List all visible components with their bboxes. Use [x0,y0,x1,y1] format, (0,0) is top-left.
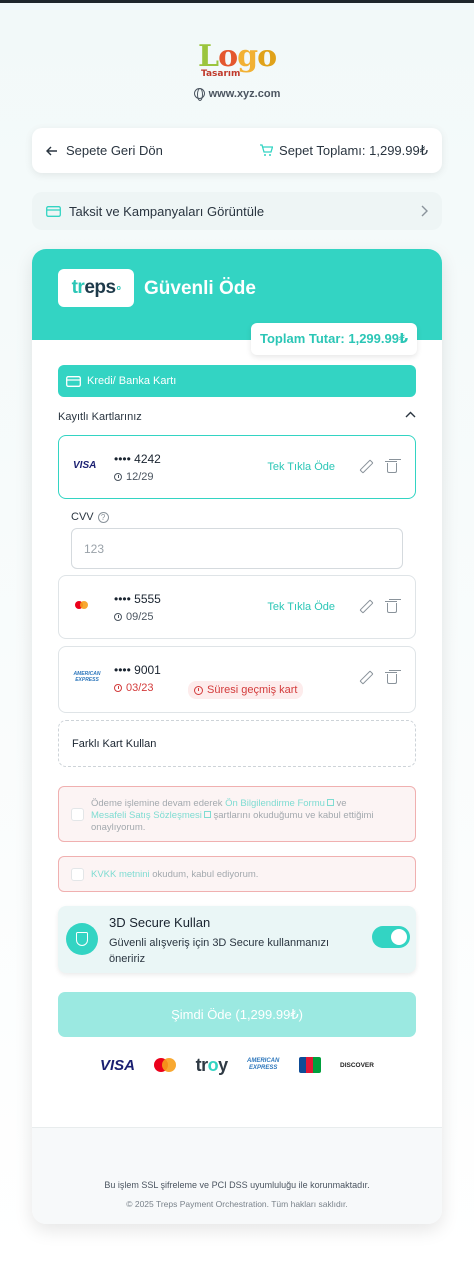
agreement-consent: Ödeme işlemine devam ederek Ön Bilgilend… [58,786,416,842]
agreement-checkbox[interactable] [71,808,84,821]
mastercard-logo [154,1058,177,1072]
saved-card-amex[interactable]: AMERICAN EXPRESS •••• 9001 03/23 Süresi … [58,646,416,713]
arrow-left-icon [46,146,57,155]
visa-logo: VISA [100,1056,136,1074]
credit-card-icon [46,205,61,217]
edit-icon[interactable] [359,671,371,683]
total-amount-badge: Toplam Tutar: 1,299.99₺ [251,323,417,355]
cart-icon [260,144,274,156]
3d-secure-option: 3D Secure Kullan Güvenli alışveriş için … [58,906,416,973]
saved-card-visa[interactable]: VISA •••• 4242 12/29 Tek Tıkla Öde [58,435,416,499]
clock-icon [114,473,122,481]
payment-panel: tr eps o Güvenli Öde Toplam Tutar: 1,299.9… [32,249,442,1224]
treps-logo: tr eps o [58,269,134,307]
card-brands: VISA troy AMERICAN EXPRESS DISCOVER [100,1054,374,1075]
use-different-card-button[interactable]: Farklı Kart Kullan [58,720,416,767]
pre-information-form-link[interactable]: Ön Bilgilendirme Formu [225,798,325,809]
saved-card-mastercard[interactable]: •••• 5555 09/25 Tek Tıkla Öde [58,575,416,639]
troy-logo: troy [195,1054,229,1075]
pay-now-button[interactable]: Şimdi Öde (1,299.99₺) [58,992,416,1037]
footer: Bu işlem SSL şifreleme ve PCI DSS uyumlu… [32,1127,442,1224]
credit-card-icon [66,375,81,387]
clock-icon [114,684,122,692]
visa-logo: VISA [73,460,97,471]
discover-logo: DISCOVER [340,1061,374,1069]
back-to-cart-button[interactable]: Sepete Geri Dön [46,143,163,158]
trash-icon[interactable] [385,460,397,473]
cvv-label: CVV ? [71,511,109,523]
alert-icon [194,685,203,695]
one-click-pay-button[interactable]: Tek Tıkla Öde [267,461,335,473]
globe-icon [193,88,205,101]
external-link-icon [326,799,334,806]
kvkk-checkbox[interactable] [71,868,84,881]
kvkk-consent: KVKK metnini okudum, kabul ediyorum. [58,856,416,892]
amex-logo: AMERICAN EXPRESS [247,1058,280,1071]
card-payment-method-tab[interactable]: Kredi/ Banka Kartı [58,365,416,397]
cart-total: Sepet Toplamı: 1,299.99₺ [259,143,428,159]
chevron-right-icon [421,205,428,217]
one-click-pay-button[interactable]: Tek Tıkla Öde [267,601,335,613]
saved-cards-header[interactable]: Kayıtlı Kartlarınız [58,411,416,423]
cart-bar: Sepete Geri Dön Sepet Toplamı: 1,299.99₺ [32,128,442,173]
clock-icon [114,613,122,621]
cvv-input[interactable]: 123 [71,528,403,569]
top-bar [0,0,474,3]
external-link-icon [203,811,211,818]
payment-title: Güvenli Öde [144,278,256,299]
3d-secure-toggle[interactable] [372,926,410,948]
distance-sales-contract-link[interactable]: Mesafeli Satış Sözleşmesi [91,810,202,821]
site-logo: Logo Tasarım [198,39,277,80]
installments-campaigns-button[interactable]: Taksit ve Kampanyaları Görüntüle [32,192,442,230]
edit-icon[interactable] [359,460,371,472]
amex-logo: AMERICAN EXPRESS [73,671,101,683]
kvkk-link[interactable]: KVKK metnini [91,869,150,880]
help-icon[interactable]: ? [97,511,109,523]
shield-icon [66,923,98,955]
trash-icon[interactable] [385,671,397,684]
expired-card-badge: Süresi geçmiş kart [188,681,304,699]
trash-icon[interactable] [385,600,397,613]
chevron-up-icon [405,411,416,418]
mastercard-logo [73,600,101,614]
edit-icon[interactable] [359,600,371,612]
site-url: www.xyz.com [0,88,474,101]
jcb-logo [298,1057,321,1073]
